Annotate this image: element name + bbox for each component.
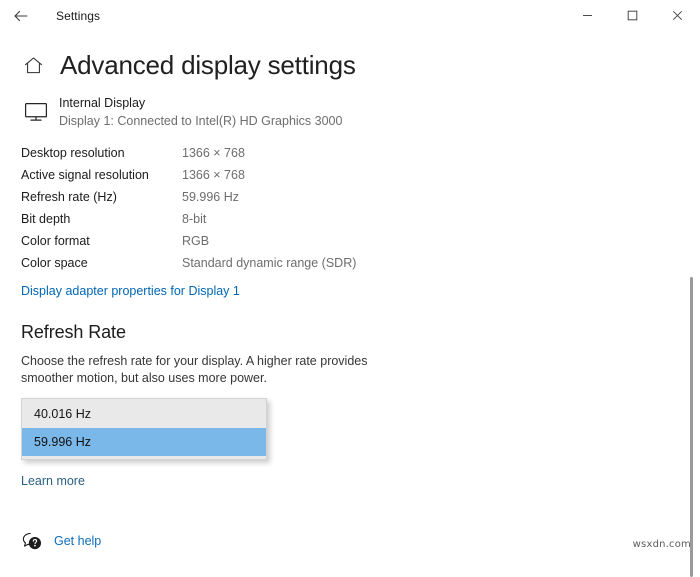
- window-title: Settings: [56, 8, 101, 23]
- settings-page-content: Advanced display settings Internal Displ…: [0, 48, 700, 552]
- get-help-label[interactable]: Get help: [54, 534, 101, 548]
- spec-label: Active signal resolution: [21, 168, 149, 182]
- refresh-rate-option-list[interactable]: 40.016 Hz 59.996 Hz: [21, 398, 267, 460]
- close-icon[interactable]: [655, 0, 700, 31]
- watermark: wsxdn.com: [632, 539, 691, 550]
- spec-value: RGB: [182, 234, 210, 248]
- display-subtitle: Display 1: Connected to Intel(R) HD Grap…: [59, 114, 343, 128]
- refresh-rate-dropdown[interactable]: 40.016 Hz 59.996 Hz: [21, 398, 267, 460]
- back-arrow-icon[interactable]: [0, 0, 42, 31]
- window-controls: [565, 0, 700, 31]
- table-row: Refresh rate (Hz) 59.996 Hz: [21, 186, 356, 208]
- help-bubble-icon: [21, 530, 43, 552]
- spec-label: Refresh rate (Hz): [21, 190, 117, 204]
- page-title: Advanced display settings: [60, 50, 356, 80]
- spec-label: Bit depth: [21, 212, 71, 226]
- get-help-row[interactable]: Get help: [21, 530, 700, 552]
- spec-value: 1366 × 768: [182, 146, 245, 160]
- spec-value: Standard dynamic range (SDR): [182, 256, 357, 270]
- display-specs-table: Desktop resolution 1366 × 768 Active sig…: [21, 142, 356, 274]
- home-icon[interactable]: [21, 53, 45, 77]
- table-row: Active signal resolution 1366 × 768: [21, 164, 356, 186]
- spec-label: Color space: [21, 256, 88, 270]
- refresh-rate-heading: Refresh Rate: [21, 322, 126, 342]
- monitor-icon: [21, 97, 51, 127]
- table-row: Color format RGB: [21, 230, 356, 252]
- display-adapter-properties-link[interactable]: Display adapter properties for Display 1: [21, 284, 240, 298]
- scrollbar-thumb[interactable]: [690, 277, 693, 577]
- refresh-rate-option-59[interactable]: 59.996 Hz: [22, 428, 266, 456]
- learn-more-link[interactable]: Learn more: [21, 474, 85, 488]
- refresh-rate-option-40[interactable]: 40.016 Hz: [22, 400, 266, 428]
- spec-value: 1366 × 768: [182, 168, 245, 182]
- refresh-rate-description: Choose the refresh rate for your display…: [21, 354, 368, 385]
- spec-label: Desktop resolution: [21, 146, 125, 160]
- spec-label: Color format: [21, 234, 90, 248]
- title-bar: Settings: [0, 0, 700, 31]
- table-row: Desktop resolution 1366 × 768: [21, 142, 356, 164]
- maximize-icon[interactable]: [610, 0, 655, 31]
- table-row: Bit depth 8-bit: [21, 208, 356, 230]
- vertical-scrollbar[interactable]: [687, 31, 697, 577]
- minimize-icon[interactable]: [565, 0, 610, 31]
- spec-value: 59.996 Hz: [182, 190, 239, 204]
- page-header: Advanced display settings: [21, 48, 700, 82]
- spec-value: 8-bit: [182, 212, 207, 226]
- table-row: Color space Standard dynamic range (SDR): [21, 252, 356, 274]
- display-name: Internal Display: [59, 96, 146, 110]
- display-identity: Internal Display Display 1: Connected to…: [21, 94, 700, 130]
